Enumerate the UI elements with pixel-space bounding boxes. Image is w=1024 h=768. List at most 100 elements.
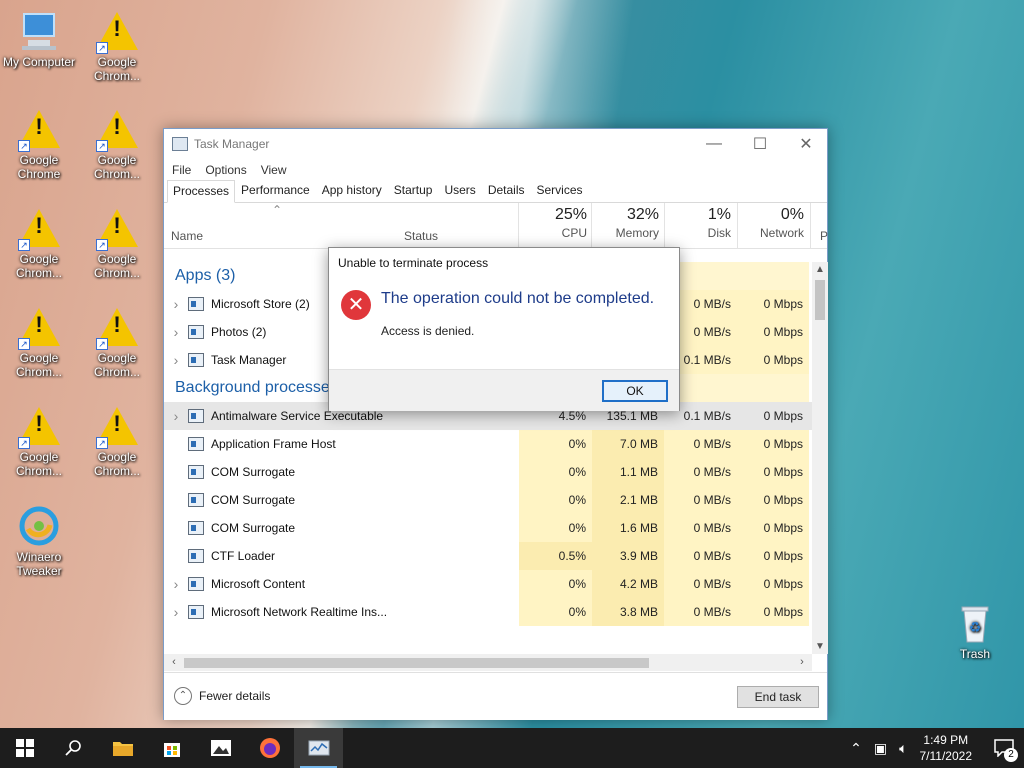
shortcut-arrow-icon: ↗ [18, 437, 30, 449]
tab-performance[interactable]: Performance [235, 179, 316, 202]
column-memory[interactable]: 32% Memory [592, 206, 659, 240]
process-icon [188, 521, 204, 535]
expand-chevron-icon[interactable]: › [164, 296, 188, 312]
column-disk[interactable]: 1% Disk [665, 206, 731, 240]
desktop-icon-google-chrome[interactable]: ! ↗ Google Chrom... [78, 10, 156, 83]
close-button[interactable]: ✕ [783, 129, 829, 159]
process-name: Antimalware Service Executable [211, 409, 384, 423]
scroll-thumb[interactable] [184, 658, 649, 668]
ok-button[interactable]: OK [602, 380, 668, 402]
list-item[interactable]: › Microsoft Content 0% 4.2 MB 0 MB/s 0 M… [164, 570, 812, 598]
scroll-right-icon[interactable]: › [794, 654, 810, 671]
column-power[interactable]: P [820, 229, 828, 243]
expand-chevron-icon[interactable]: › [164, 324, 188, 340]
list-item[interactable]: COM Surrogate 0% 2.1 MB 0 MB/s 0 Mbps [164, 486, 812, 514]
minimize-button[interactable]: — [691, 129, 737, 159]
expand-chevron-icon[interactable]: › [164, 352, 188, 368]
process-name: COM Surrogate [211, 521, 296, 535]
tab-processes[interactable]: Processes [167, 180, 236, 203]
task-manager-taskbar-button[interactable] [294, 728, 343, 768]
maximize-button[interactable]: ☐ [737, 129, 783, 159]
shortcut-arrow-icon: ↗ [96, 239, 108, 251]
volume-icon[interactable]: 🔈︎ [899, 740, 907, 757]
photos-button[interactable] [196, 728, 245, 768]
menu-options[interactable]: Options [205, 163, 246, 177]
task-manager-icon [172, 137, 188, 151]
process-icon [188, 605, 204, 619]
desktop-icon-google-chrome[interactable]: ! ↗ Google Chrom... [78, 405, 156, 478]
menu-bar: File Options View [164, 159, 827, 181]
desktop-icon-label: Google Chrom... [15, 450, 62, 478]
title-bar[interactable]: Task Manager — ☐ ✕ [164, 129, 827, 159]
desktop-icon-label: My Computer [2, 55, 76, 69]
tab-app-history[interactable]: App history [316, 179, 388, 202]
firefox-button[interactable] [245, 728, 294, 768]
error-icon: ✕ [341, 290, 371, 320]
desktop-icon-google-chrome[interactable]: ! ↗ Google Chrom... [78, 207, 156, 280]
column-name[interactable]: Name [171, 229, 203, 243]
list-item[interactable]: COM Surrogate 0% 1.6 MB 0 MB/s 0 Mbps [164, 514, 812, 542]
desktop-icon-label: Google Chrom... [15, 252, 62, 280]
scroll-up-icon[interactable]: ▲ [812, 264, 828, 275]
dialog-footer: OK [329, 369, 679, 411]
list-item[interactable]: COM Surrogate 0% 1.1 MB 0 MB/s 0 Mbps [164, 458, 812, 486]
scroll-thumb[interactable] [815, 280, 825, 320]
microsoft-logo-icon [188, 577, 204, 591]
dialog-main-instruction: The operation could not be completed. [381, 290, 655, 307]
warning-icon: ! ↗ [96, 108, 138, 152]
expand-chevron-icon[interactable]: › [164, 576, 188, 592]
horizontal-scrollbar[interactable]: ‹ › [164, 654, 812, 671]
desktop-icon-winaero-tweaker[interactable]: Winaero Tweaker [0, 505, 78, 578]
list-item[interactable]: › Microsoft Network Realtime Ins... 0% 3… [164, 598, 812, 626]
process-name: Task Manager [211, 353, 287, 367]
list-item[interactable]: Application Frame Host 0% 7.0 MB 0 MB/s … [164, 430, 812, 458]
menu-file[interactable]: File [172, 163, 191, 177]
photos-icon [188, 325, 204, 339]
folder-icon [112, 742, 133, 756]
task-manager-window: Task Manager — ☐ ✕ File Options View Pro… [163, 128, 828, 720]
start-button[interactable] [0, 728, 49, 768]
column-cpu[interactable]: 25% CPU [519, 206, 587, 240]
menu-view[interactable]: View [261, 163, 287, 177]
process-name: Photos (2) [211, 325, 267, 339]
end-task-button[interactable]: End task [737, 686, 819, 708]
scroll-left-icon[interactable]: ‹ [166, 654, 182, 671]
column-network[interactable]: 0% Network [738, 206, 804, 240]
scroll-down-icon[interactable]: ▼ [812, 641, 828, 652]
warning-icon: ! ↗ [96, 405, 138, 449]
desktop-icon-google-chrome[interactable]: ! ↗ Google Chrom... [0, 405, 78, 478]
tab-startup[interactable]: Startup [388, 179, 439, 202]
file-explorer-button[interactable] [98, 728, 147, 768]
expand-chevron-icon[interactable]: › [164, 604, 188, 620]
warning-icon: ! ↗ [96, 207, 138, 251]
warning-icon: ! ↗ [18, 306, 60, 350]
microsoft-store-button[interactable] [147, 728, 196, 768]
tab-services[interactable]: Services [531, 179, 589, 202]
desktop-icon-google-chrome[interactable]: ! ↗ Google Chrom... [0, 207, 78, 280]
list-item[interactable]: CTF Loader 0.5% 3.9 MB 0 MB/s 0 Mbps [164, 542, 812, 570]
tab-details[interactable]: Details [482, 179, 531, 202]
desktop-icon-google-chrome[interactable]: ! ↗ Google Chrom... [78, 306, 156, 379]
vertical-scrollbar[interactable]: ▲ ▼ [812, 262, 828, 654]
desktop-icon-trash[interactable]: ♻ Trash [936, 602, 1014, 661]
window-title: Task Manager [194, 137, 270, 151]
chevron-up-icon[interactable]: ⌃ [850, 740, 862, 757]
desktop-icon-my-computer[interactable]: My Computer [0, 10, 78, 69]
desktop-icon-google-chrome[interactable]: ! ↗ Google Chrome [0, 108, 78, 181]
desktop-icon-google-chrome[interactable]: ! ↗ Google Chrom... [0, 306, 78, 379]
windows-logo-icon [15, 739, 34, 757]
tab-users[interactable]: Users [438, 179, 481, 202]
expand-chevron-icon[interactable]: › [164, 408, 188, 424]
microsoft-store-icon [188, 297, 204, 311]
search-button[interactable] [49, 728, 98, 768]
process-name: COM Surrogate [211, 465, 296, 479]
clock[interactable]: 1:49 PM 7/11/2022 [920, 732, 973, 764]
process-name: Microsoft Content [211, 577, 306, 591]
computer-icon [18, 10, 60, 52]
network-icon[interactable]: ▣ [874, 740, 887, 757]
desktop-icon-google-chrome[interactable]: ! ↗ Google Chrom... [78, 108, 156, 181]
notifications-button[interactable]: 2 [984, 728, 1024, 768]
fewer-details-button[interactable]: ⌃ Fewer details [174, 687, 270, 705]
error-dialog: Unable to terminate process ✕ The operat… [328, 247, 680, 411]
column-status[interactable]: Status [404, 229, 438, 243]
